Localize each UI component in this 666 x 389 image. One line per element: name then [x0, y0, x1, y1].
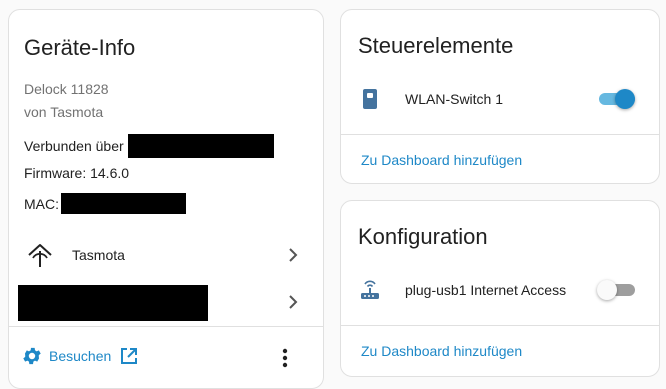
gear-icon	[21, 345, 43, 367]
tasmota-icon	[26, 241, 54, 269]
add-to-dashboard-link[interactable]: Zu Dashboard hinzufügen	[361, 343, 522, 359]
open-in-new-icon	[119, 346, 139, 366]
connected-via-label: Verbunden über	[24, 138, 124, 154]
connected-via-row: Verbunden über	[24, 134, 274, 158]
redacted-mac	[61, 193, 186, 214]
entity-label: WLAN-Switch 1	[405, 91, 504, 107]
visit-link[interactable]: Besuchen	[21, 345, 139, 367]
entity-label: plug-usb1 Internet Access	[405, 282, 567, 298]
entity-row-internet-access[interactable]: plug-usb1 Internet Access	[341, 270, 659, 310]
device-manufacturer: von Tasmota	[24, 104, 104, 120]
firmware-row: Firmware: 14.6.0	[24, 165, 129, 181]
device-card-footer: Besuchen	[9, 326, 323, 388]
controls-title: Steuerelemente	[358, 33, 514, 58]
device-info-card: Geräte-Info Delock 11828 von Tasmota Ver…	[8, 9, 324, 389]
wlan-switch-toggle[interactable]	[599, 88, 635, 110]
config-title: Konfiguration	[358, 224, 488, 249]
power-socket-icon	[362, 88, 378, 110]
toggle-thumb	[615, 89, 635, 109]
redacted-nav-row[interactable]	[9, 280, 323, 324]
router-wireless-icon	[359, 278, 381, 302]
chevron-right-icon	[287, 295, 299, 309]
visit-label: Besuchen	[49, 348, 112, 364]
controls-card: Steuerelemente WLAN-Switch 1 Zu Dashboar…	[340, 9, 660, 184]
device-info-title: Geräte-Info	[24, 35, 136, 60]
divider	[341, 325, 659, 326]
device-model: Delock 11828	[24, 81, 109, 97]
redacted-connected-via	[127, 134, 274, 158]
integration-row-tasmota[interactable]: Tasmota	[9, 233, 323, 277]
add-to-dashboard-link[interactable]: Zu Dashboard hinzufügen	[361, 152, 522, 168]
chevron-right-icon	[287, 248, 299, 262]
mac-row: MAC:	[24, 193, 186, 214]
config-card: Konfiguration plug-usb1 Internet Access …	[340, 200, 660, 377]
integration-label: Tasmota	[72, 247, 125, 263]
divider	[341, 134, 659, 135]
toggle-thumb	[597, 280, 617, 300]
internet-access-toggle[interactable]	[597, 279, 635, 301]
redacted-nav-label	[18, 285, 208, 321]
mac-label: MAC:	[24, 195, 59, 212]
firmware-label: Firmware: 14.6.0	[24, 165, 130, 181]
more-vert-icon[interactable]	[277, 347, 293, 369]
entity-row-wlan-switch[interactable]: WLAN-Switch 1	[341, 79, 659, 119]
